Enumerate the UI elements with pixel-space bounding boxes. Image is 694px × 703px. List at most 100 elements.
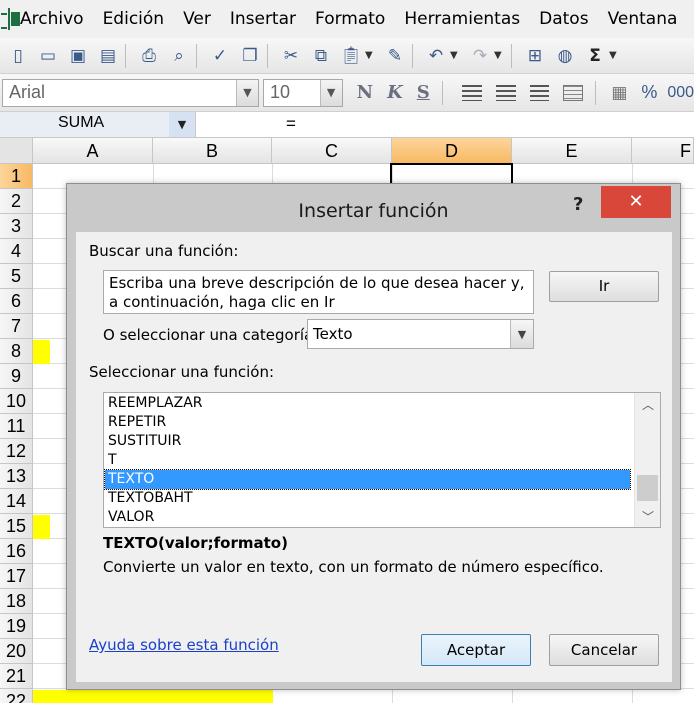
row-header[interactable]: 5: [0, 264, 33, 289]
menu-datos[interactable]: Datos: [539, 9, 588, 29]
row-header[interactable]: 20: [0, 639, 33, 664]
paste-icon[interactable]: 📋︎: [339, 44, 363, 68]
open-icon[interactable]: ▭: [36, 44, 60, 68]
new-icon[interactable]: ▯: [6, 44, 30, 68]
ok-button[interactable]: Aceptar: [421, 634, 531, 666]
bold-button[interactable]: N: [357, 82, 373, 103]
row-header[interactable]: 6: [0, 289, 33, 314]
column-header-a[interactable]: A: [33, 138, 153, 164]
chevron-down-icon[interactable]: ▼: [235, 79, 258, 106]
list-item[interactable]: T: [105, 451, 630, 470]
list-item-selected[interactable]: TEXTO: [104, 469, 631, 490]
row-header[interactable]: 15: [0, 514, 33, 539]
autosum-dropdown-icon[interactable]: ▼: [609, 50, 621, 61]
align-left-icon[interactable]: [461, 84, 482, 101]
row-header[interactable]: 8: [0, 339, 33, 364]
list-scrollbar[interactable]: ︿ ﹀: [634, 393, 660, 527]
row-header[interactable]: 18: [0, 589, 33, 614]
go-button[interactable]: Ir: [549, 271, 659, 302]
scrollbar-thumb[interactable]: [637, 475, 658, 501]
row-header[interactable]: 12: [0, 439, 33, 464]
row-header[interactable]: 13: [0, 464, 33, 489]
save-icon[interactable]: ▣: [66, 44, 90, 68]
highlighted-cell[interactable]: [33, 340, 50, 364]
menu-insertar[interactable]: Insertar: [230, 9, 296, 29]
function-listbox[interactable]: REEMPLAZAR REPETIR SUSTITUIR T TEXTO TEX…: [103, 392, 661, 528]
row-header[interactable]: 7: [0, 314, 33, 339]
row-header[interactable]: 2: [0, 189, 33, 214]
highlighted-cell[interactable]: [33, 690, 273, 703]
row-header[interactable]: 4: [0, 239, 33, 264]
spelling-icon[interactable]: ✓: [208, 44, 232, 68]
excel-app-icon[interactable]: [1, 8, 20, 30]
list-item[interactable]: TEXTOBAHT: [105, 489, 630, 508]
search-function-input[interactable]: Escriba una breve descripción de lo que …: [103, 270, 534, 314]
menu-edicion[interactable]: Edición: [103, 9, 165, 29]
column-header-b[interactable]: B: [153, 138, 272, 164]
list-item[interactable]: REPETIR: [105, 413, 630, 432]
menu-herramientas[interactable]: Herramientas: [404, 9, 520, 29]
percent-button[interactable]: %: [641, 82, 657, 103]
chevron-down-icon[interactable]: ▼: [510, 320, 533, 348]
format-painter-icon[interactable]: ✎: [383, 44, 407, 68]
menu-ver[interactable]: Ver: [183, 9, 211, 29]
copy-icon[interactable]: ⧉: [309, 44, 333, 68]
menu-ventana[interactable]: Ventana: [608, 9, 678, 29]
column-header-d[interactable]: D: [392, 138, 512, 164]
row-header[interactable]: 22: [0, 689, 33, 703]
chevron-up-icon[interactable]: ︿: [635, 393, 660, 415]
row-header[interactable]: 1: [0, 164, 33, 189]
highlighted-cell[interactable]: [33, 515, 50, 539]
list-item[interactable]: VALOR: [105, 508, 630, 527]
insert-hyperlink-icon[interactable]: ⊞: [523, 44, 547, 68]
row-header[interactable]: 16: [0, 539, 33, 564]
italic-button[interactable]: K: [387, 82, 403, 103]
align-center-icon[interactable]: [495, 84, 516, 101]
menu-formato[interactable]: Formato: [315, 9, 385, 29]
list-item[interactable]: REEMPLAZAR: [105, 394, 630, 413]
function-help-link[interactable]: Ayuda sobre esta función: [89, 636, 279, 654]
chevron-down-icon[interactable]: ﹀: [635, 505, 660, 527]
print-preview-icon[interactable]: ⌕: [167, 44, 191, 68]
autosum-icon[interactable]: Σ: [583, 44, 607, 68]
thousands-button[interactable]: 000: [667, 84, 694, 102]
undo-icon[interactable]: ↶: [424, 44, 448, 68]
chevron-down-icon[interactable]: ▼: [169, 112, 195, 137]
currency-icon[interactable]: ▦: [607, 81, 631, 105]
row-header[interactable]: 10: [0, 389, 33, 414]
row-header[interactable]: 9: [0, 364, 33, 389]
column-header-e[interactable]: E: [512, 138, 632, 164]
row-header[interactable]: 3: [0, 214, 33, 239]
row-header[interactable]: 11: [0, 414, 33, 439]
align-right-icon[interactable]: [529, 84, 550, 101]
redo-dropdown-icon[interactable]: ▼: [494, 50, 506, 61]
help-icon[interactable]: ?: [573, 194, 583, 215]
merge-center-icon[interactable]: [563, 84, 584, 101]
row-header[interactable]: 19: [0, 614, 33, 639]
name-box[interactable]: SUMA ▼: [0, 112, 196, 137]
formula-content[interactable]: =: [286, 114, 296, 134]
chevron-down-icon[interactable]: ▼: [319, 79, 342, 106]
row-header[interactable]: 14: [0, 489, 33, 514]
permission-icon[interactable]: ▤: [96, 44, 120, 68]
paste-dropdown-icon[interactable]: ▼: [365, 50, 377, 61]
column-header-c[interactable]: C: [272, 138, 392, 164]
cancel-button[interactable]: Cancelar: [549, 634, 659, 666]
research-globe-icon[interactable]: ◍: [553, 44, 577, 68]
underline-button[interactable]: S: [417, 82, 430, 103]
print-icon[interactable]: ⎙: [137, 44, 161, 68]
row-header[interactable]: 17: [0, 564, 33, 589]
undo-dropdown-icon[interactable]: ▼: [450, 50, 462, 61]
font-size-combo[interactable]: 10 ▼: [262, 78, 343, 107]
row-header[interactable]: 21: [0, 664, 33, 689]
research-icon[interactable]: ❐: [238, 44, 262, 68]
font-name-combo[interactable]: Arial ▼: [2, 78, 259, 107]
column-header-f[interactable]: F: [632, 138, 694, 164]
redo-icon[interactable]: ↷: [468, 44, 492, 68]
category-select[interactable]: Texto ▼: [307, 319, 534, 349]
cut-icon[interactable]: ✂: [279, 44, 303, 68]
menu-archivo[interactable]: Archivo: [20, 9, 84, 29]
list-item[interactable]: SUSTITUIR: [105, 432, 630, 451]
close-button[interactable]: ✕: [601, 186, 671, 218]
corner-select-all[interactable]: [0, 138, 33, 164]
